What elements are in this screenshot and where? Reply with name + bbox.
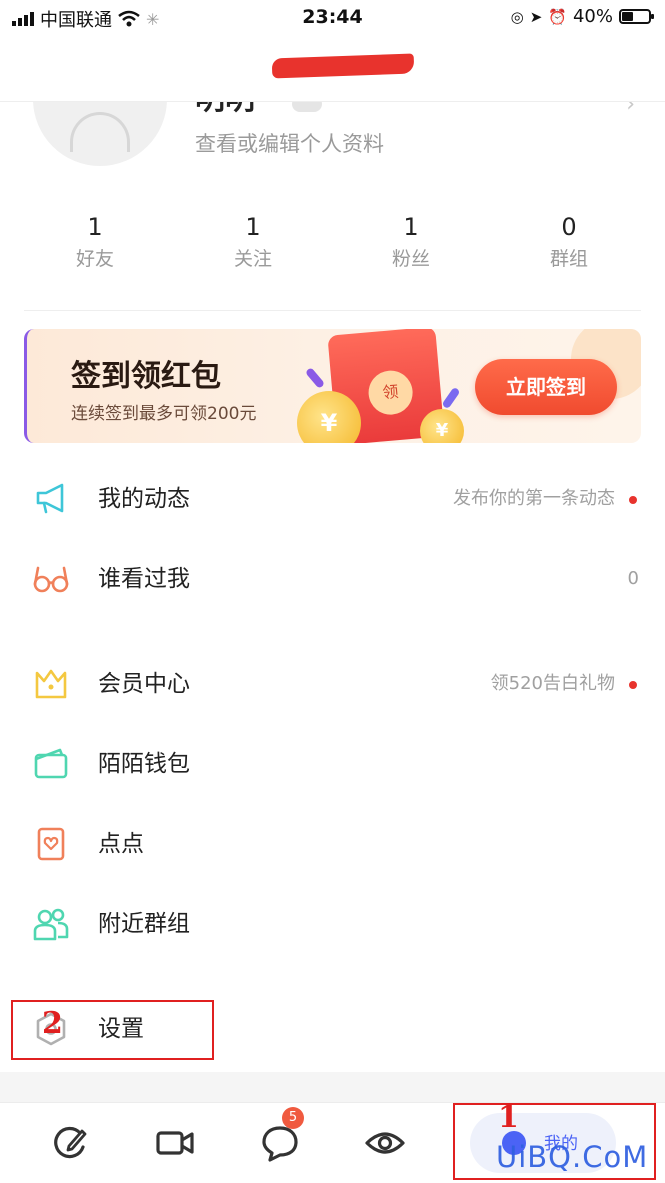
menu-item-wallet[interactable]: 陌陌钱包 [0,725,665,805]
notification-dot [629,681,637,689]
menu-item-visitors[interactable]: 谁看过我 0 [0,540,665,620]
stat-label: 好友 [75,248,114,270]
signin-now-button[interactable]: 立即签到 [475,359,617,415]
avatar-placeholder-icon [70,112,130,152]
alarm-icon: ⏰ [548,7,567,26]
stat-value: 0 [561,213,577,241]
stat-friends[interactable]: 1 好友 [16,210,174,274]
annotation-number: 2 [42,1006,63,1041]
stat-label: 群组 [549,248,588,270]
menu-label: 会员中心 [98,671,190,697]
menu-item-nearby-groups[interactable]: 附近群组 [0,885,665,965]
menu-item-dots[interactable]: 点点 [0,805,665,885]
tab-post[interactable] [50,1123,90,1163]
stats-row: 1 好友 1 关注 1 粉丝 0 群组 [0,210,665,274]
stat-groups[interactable]: 0 群组 [490,210,648,274]
group-icon [33,908,69,941]
confetti-decoration [441,386,461,410]
megaphone-icon [36,483,64,514]
menu-value: 领520告白礼物 [490,673,615,694]
menu-label: 我的动态 [98,486,190,512]
watermark: UiBQ.CoM [496,1140,649,1174]
stat-following[interactable]: 1 关注 [174,210,332,274]
stat-value: 1 [245,213,261,241]
confetti-decoration [304,367,326,389]
profile-card[interactable]: 明明 查看或编辑个人资料 › [0,102,665,182]
eye-icon [365,1132,405,1154]
banner-title: 签到领红包 [71,359,221,394]
profile-name: 明明 [195,102,255,120]
wallet-icon [34,748,68,779]
compose-icon [54,1126,87,1159]
envelope-seal: 领 [366,368,415,417]
crown-icon [35,669,67,699]
avatar[interactable] [33,102,167,166]
name-badge [292,102,322,112]
redacted-title [271,53,415,79]
menu-value: 发布你的第一条动态 [453,488,615,509]
video-camera-icon [156,1131,194,1155]
menu-item-vip-center[interactable]: 会员中心 领520告白礼物 [0,645,665,725]
banner-subtitle: 连续签到最多可领200元 [71,404,257,424]
location-icon: ➤ [529,7,543,26]
chat-bubble-icon [262,1126,298,1162]
menu-item-my-posts[interactable]: 我的动态 发布你的第一条动态 [0,460,665,540]
tab-video[interactable] [155,1123,195,1163]
menu-value: 0 [627,568,639,589]
coin-icon: ¥ [420,409,464,443]
stat-value: 1 [403,213,419,241]
glasses-icon [33,566,69,593]
chevron-right-icon: › [626,102,635,117]
messages-badge: 5 [282,1107,304,1129]
battery-icon [619,9,654,24]
menu-label: 陌陌钱包 [98,751,190,777]
nav-header [0,36,665,102]
stat-label: 关注 [233,248,272,270]
section-gap [0,1072,665,1102]
profile-edit-link[interactable]: 查看或编辑个人资料 [195,128,384,158]
tab-discover[interactable] [365,1123,405,1163]
menu-label: 附近群组 [98,911,190,937]
annotation-number: 1 [498,1100,519,1135]
orientation-lock-icon: ◎ [510,7,524,26]
battery-percent: 40% [572,6,613,27]
notification-dot [629,496,637,504]
stat-label: 粉丝 [391,248,430,270]
menu-label: 点点 [98,831,144,857]
stat-value: 1 [87,213,103,241]
heart-card-icon [37,827,65,861]
status-right: ◎ ➤ ⏰ 40% [510,6,654,27]
tab-messages[interactable]: 5 [260,1107,304,1163]
status-bar: 中国联通 ✳ 23:44 ◎ ➤ ⏰ 40% [0,0,665,36]
menu-label: 谁看过我 [98,566,190,592]
signin-banner[interactable]: 签到领红包 连续签到最多可领200元 领 ¥ ¥ 立即签到 [24,329,641,443]
stat-fans[interactable]: 1 粉丝 [332,210,490,274]
divider [24,310,641,311]
